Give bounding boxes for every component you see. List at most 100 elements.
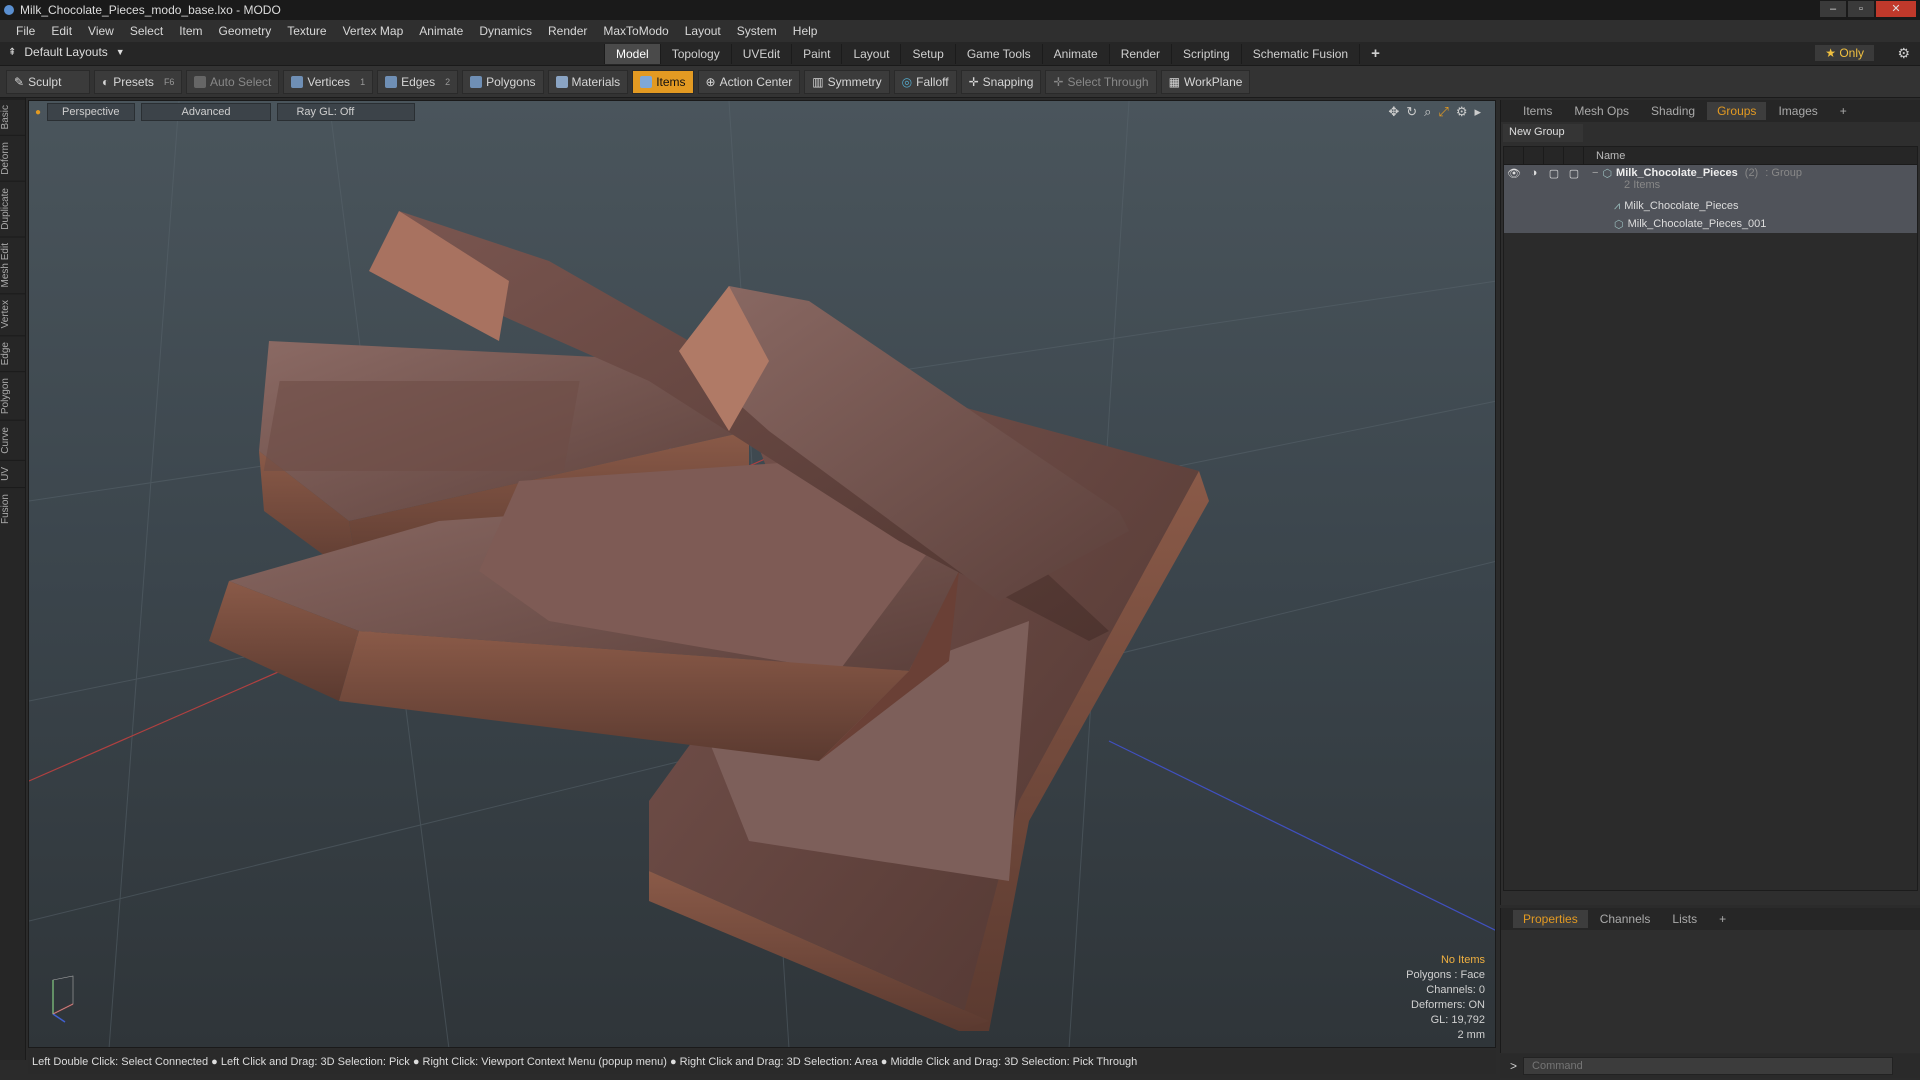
menu-render[interactable]: Render (540, 24, 595, 38)
modo-window: Milk_Chocolate_Pieces_modo_base.lxo - MO… (0, 0, 1920, 1080)
menu-animate[interactable]: Animate (411, 24, 471, 38)
left-tab-edge[interactable]: Edge (0, 334, 26, 372)
tab-lists[interactable]: Lists (1662, 910, 1707, 928)
left-tab-duplicate[interactable]: Duplicate (0, 181, 26, 236)
tab-setup[interactable]: Setup (900, 44, 954, 64)
tab-groups[interactable]: Groups (1707, 102, 1767, 120)
render-toggle-icon[interactable]: ◑ (1524, 167, 1544, 179)
layouts-label: Default Layouts (24, 45, 108, 59)
left-tab-uv[interactable]: UV (0, 459, 26, 487)
visibility-column-icon[interactable] (1504, 146, 1524, 165)
tree-header-columns (1504, 146, 1584, 165)
sculpt-button[interactable]: ✎ Sculpt (6, 69, 90, 94)
menu-select[interactable]: Select (122, 24, 171, 38)
fit-icon[interactable]: ⤢ (1438, 104, 1448, 120)
command-input[interactable] (1523, 1057, 1894, 1075)
tab-scripting[interactable]: Scripting (1171, 44, 1241, 64)
left-tab-fusion[interactable]: Fusion (0, 486, 26, 530)
raygl-button[interactable]: Ray GL: Off (277, 103, 416, 121)
tab-schematic-fusion[interactable]: Schematic Fusion (1240, 44, 1359, 64)
menu-file[interactable]: File (8, 24, 43, 38)
pan-icon[interactable]: ✥ (1388, 104, 1399, 120)
menu-vertex-map[interactable]: Vertex Map (335, 24, 412, 38)
edges-button[interactable]: Edges 2 (377, 69, 459, 94)
vertices-button[interactable]: Vertices 1 (283, 69, 374, 94)
tab-uvedit[interactable]: UVEdit (730, 44, 791, 64)
group-row[interactable]: 👁 ◑ ▢ ▢ − ⬡ Milk_Chocolate_Pieces (2) : … (1504, 165, 1917, 197)
workplane-button[interactable]: ▦ WorkPlane (1160, 69, 1251, 94)
star-icon: ★ (1825, 46, 1836, 60)
zoom-icon[interactable]: ⌕ (1424, 104, 1431, 120)
new-group-button[interactable]: New Group (1503, 124, 1583, 142)
left-tab-deform[interactable]: Deform (0, 135, 26, 182)
select-toggle-icon[interactable]: ▢ (1564, 167, 1584, 180)
advanced-button[interactable]: Advanced (140, 103, 272, 121)
menu-maxtomodo[interactable]: MaxToModo (595, 24, 676, 38)
auto-select-button[interactable]: Auto Select (186, 69, 280, 94)
tree-item-row[interactable]: ⩘ Milk_Chocolate_Pieces (1504, 197, 1917, 215)
tab-paint[interactable]: Paint (791, 44, 841, 64)
tab-render[interactable]: Render (1108, 44, 1171, 64)
tab-game-tools[interactable]: Game Tools (954, 44, 1042, 64)
add-panel-tab-icon[interactable]: + (1830, 102, 1857, 120)
render-column-icon[interactable] (1524, 146, 1544, 165)
falloff-button[interactable]: ◎ Falloff (893, 69, 957, 94)
select-column-icon[interactable] (1564, 146, 1584, 165)
lock-column-icon[interactable] (1544, 146, 1564, 165)
snapping-button[interactable]: ✛ Snapping (960, 69, 1042, 94)
symmetry-label: Symmetry (827, 74, 882, 89)
axis-gizmo (43, 974, 83, 1027)
menu-texture[interactable]: Texture (279, 24, 334, 38)
only-toggle[interactable]: ★ Only (1815, 45, 1874, 61)
close-button[interactable]: ✕ (1876, 1, 1916, 17)
menu-view[interactable]: View (80, 24, 122, 38)
presets-button[interactable]: ◐ Presets F6 (94, 69, 182, 94)
left-tab-vertex[interactable]: Vertex (0, 293, 26, 335)
menu-item[interactable]: Item (171, 24, 210, 38)
menu-layout[interactable]: Layout (677, 24, 729, 38)
vertices-count: 1 (360, 76, 366, 87)
left-tab-mesh-edit[interactable]: Mesh Edit (0, 235, 26, 294)
tab-model[interactable]: Model (604, 44, 660, 64)
menu-help[interactable]: Help (785, 24, 826, 38)
tab-images[interactable]: Images (1768, 102, 1827, 120)
tab-animate[interactable]: Animate (1041, 44, 1109, 64)
action-center-button[interactable]: ⊕ Action Center (697, 69, 801, 94)
materials-button[interactable]: Materials (547, 69, 629, 94)
left-tab-basic[interactable]: Basic (0, 98, 26, 136)
tab-shading[interactable]: Shading (1641, 102, 1705, 120)
select-through-button[interactable]: ✛ Select Through (1045, 69, 1157, 94)
tab-layout[interactable]: Layout (841, 44, 900, 64)
tree-item-row[interactable]: ⬡ Milk_Chocolate_Pieces_001 (1504, 215, 1917, 233)
menu-geometry[interactable]: Geometry (211, 24, 280, 38)
tab-items[interactable]: Items (1513, 102, 1562, 120)
tab-mesh-ops[interactable]: Mesh Ops (1564, 102, 1639, 120)
maximize-button[interactable]: ▫ (1848, 1, 1874, 17)
tab-topology[interactable]: Topology (659, 44, 731, 64)
left-tab-curve[interactable]: Curve (0, 420, 26, 460)
menu-dynamics[interactable]: Dynamics (471, 24, 540, 38)
viewport-menu-icon[interactable]: ● (35, 107, 41, 118)
tab-channels[interactable]: Channels (1590, 910, 1661, 928)
add-properties-tab-icon[interactable]: + (1709, 910, 1736, 928)
minimize-button[interactable]: – (1820, 1, 1846, 17)
eye-icon[interactable]: 👁 (1504, 167, 1524, 180)
viewport-expand-icon[interactable]: ▸ (1474, 104, 1481, 120)
rotate-icon[interactable]: ↻ (1406, 104, 1417, 120)
add-tab-icon[interactable]: + (1359, 44, 1391, 64)
items-button[interactable]: Items (632, 69, 694, 94)
perspective-button[interactable]: Perspective (47, 103, 135, 121)
tab-properties[interactable]: Properties (1513, 910, 1588, 928)
3d-viewport[interactable]: ● Perspective Advanced Ray GL: Off ✥ ↻ ⌕… (28, 100, 1496, 1048)
gear-icon[interactable]: ⚙ (1897, 45, 1910, 62)
lock-toggle-icon[interactable]: ▢ (1544, 167, 1564, 180)
menu-system[interactable]: System (729, 24, 785, 38)
symmetry-button[interactable]: ▥ Symmetry (804, 69, 890, 94)
right-panel-tabs: Items Mesh Ops Shading Groups Images + (1501, 100, 1920, 122)
left-tab-polygon[interactable]: Polygon (0, 371, 26, 421)
polygons-button[interactable]: Polygons (462, 69, 544, 94)
expand-icon[interactable]: − (1592, 167, 1598, 179)
default-layouts-dropdown[interactable]: ⇞ Default Layouts ▼ (8, 45, 125, 59)
viewport-gear-icon[interactable]: ⚙ (1456, 104, 1468, 120)
menu-edit[interactable]: Edit (43, 24, 80, 38)
